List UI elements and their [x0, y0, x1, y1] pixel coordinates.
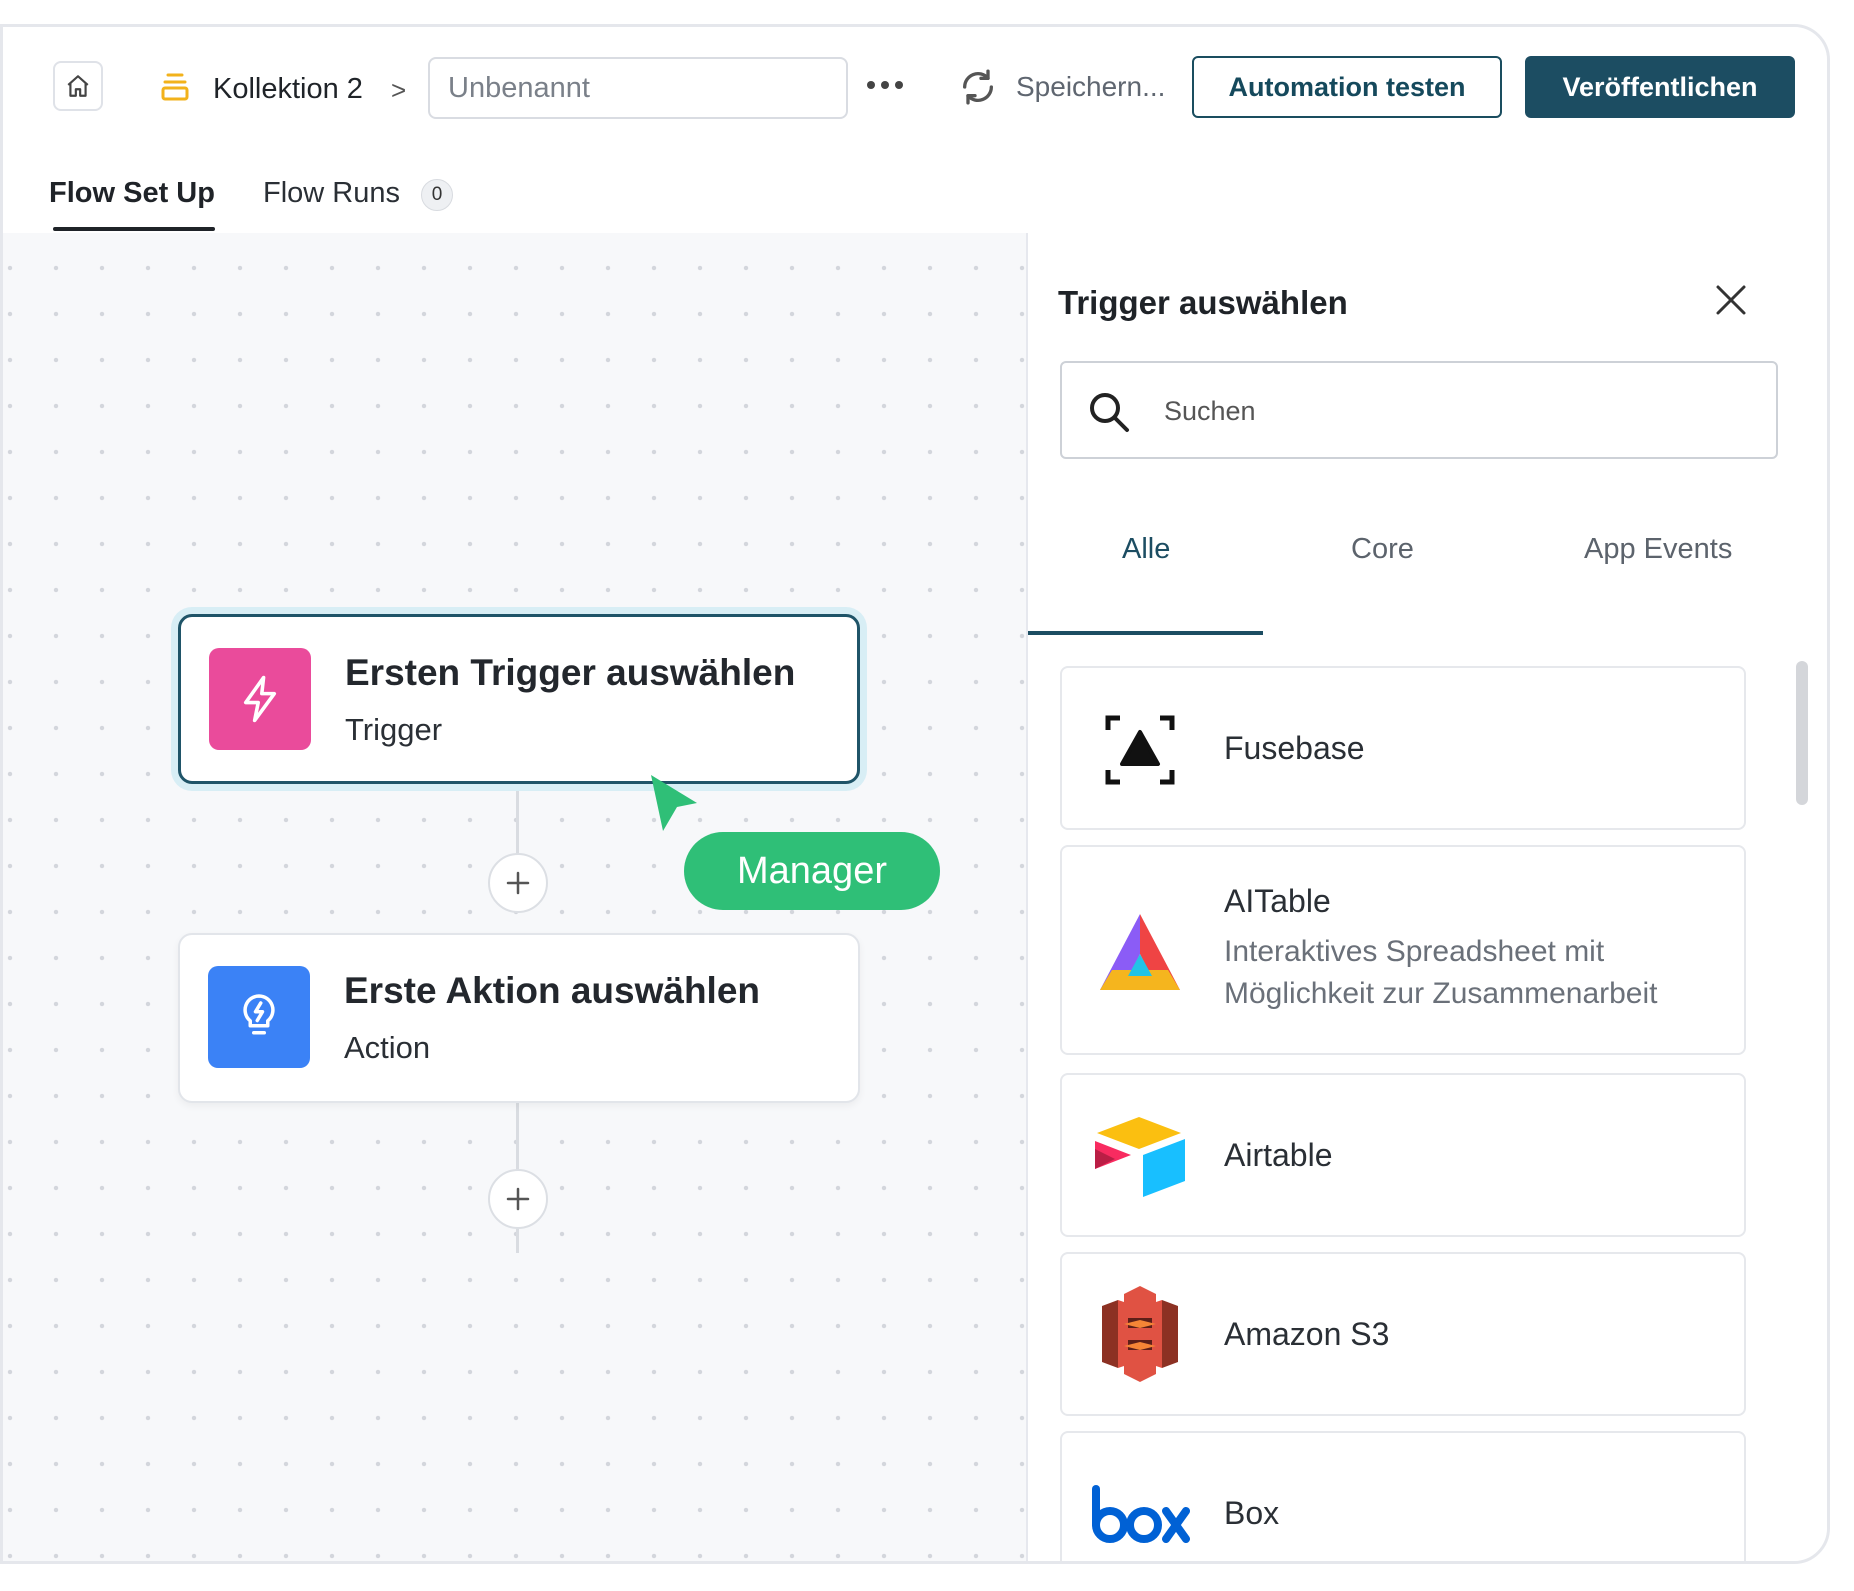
filter-tab-all[interactable]: Alle — [1122, 531, 1170, 567]
search-icon — [1090, 393, 1129, 432]
action-node-subtitle: Action — [344, 1030, 431, 1065]
action-node-title: Erste Aktion auswählen — [344, 970, 761, 1011]
plus-icon — [506, 871, 530, 895]
flow-name-input[interactable] — [428, 57, 848, 119]
airtable-logo — [1090, 1107, 1190, 1207]
filter-tab-app-events[interactable]: App Events — [1584, 531, 1732, 567]
action-node[interactable]: Erste Aktion auswählen Action — [178, 933, 860, 1103]
flow-runs-count-badge: 0 — [421, 179, 453, 211]
app-card-fusebase[interactable]: Fusebase — [1060, 666, 1746, 830]
add-step-button[interactable] — [488, 1169, 548, 1229]
lightbulb-icon — [243, 994, 275, 1035]
tab-bar: Flow Set Up Flow Runs 0 — [3, 145, 1827, 235]
search-input[interactable] — [1162, 385, 1746, 437]
more-dots-icon — [867, 81, 903, 89]
filter-tab-core[interactable]: Core — [1351, 531, 1414, 567]
add-step-button[interactable] — [488, 853, 548, 913]
app-name: Fusebase — [1224, 730, 1365, 766]
action-node-icon — [208, 966, 310, 1068]
app-name: Box — [1224, 1495, 1280, 1531]
tab-flow-runs[interactable]: Flow Runs — [263, 175, 400, 211]
box-logo — [1090, 1465, 1190, 1561]
breadcrumb-separator: > — [391, 75, 407, 105]
amazon-s3-logo — [1090, 1284, 1190, 1384]
aitable-logo — [1090, 902, 1190, 1002]
app-name: Airtable — [1224, 1137, 1333, 1173]
collaborator-label: Manager — [684, 832, 940, 910]
breadcrumb-collection[interactable]: Kollektion 2 — [213, 71, 363, 107]
app-card-amazon-s3[interactable]: Amazon S3 — [1060, 1252, 1746, 1416]
trigger-selection-panel: Trigger auswählen Alle Core App Events F… — [1028, 233, 1827, 1561]
app-description: Interaktives Spreadsheet mit Möglichkeit… — [1224, 935, 1658, 1010]
app-name: AITable — [1224, 883, 1331, 919]
app-card-aitable[interactable]: AITable Interaktives Spreadsheet mit Mög… — [1060, 845, 1746, 1055]
saving-status: Speichern... — [1016, 71, 1166, 102]
active-filter-indicator — [1028, 631, 1263, 635]
close-icon — [1716, 285, 1746, 315]
app-card-airtable[interactable]: Airtable — [1060, 1073, 1746, 1237]
lightning-icon — [243, 675, 277, 723]
trigger-node-title: Ersten Trigger auswählen — [345, 652, 796, 693]
top-bar: Kollektion 2 > Speichern... Automation t… — [3, 27, 1827, 147]
fusebase-logo — [1090, 700, 1190, 800]
stack-icon — [161, 73, 189, 101]
publish-button[interactable]: Veröffentlichen — [1525, 56, 1795, 118]
plus-icon — [506, 1187, 530, 1211]
scrollbar-thumb[interactable] — [1796, 661, 1808, 805]
trigger-node-subtitle: Trigger — [345, 712, 443, 747]
more-options-button[interactable] — [863, 67, 907, 103]
app-name: Amazon S3 — [1224, 1316, 1390, 1352]
collaborator-cursor-icon — [651, 775, 697, 831]
active-tab-indicator — [53, 227, 215, 231]
trigger-node[interactable]: Ersten Trigger auswählen Trigger — [178, 614, 860, 784]
home-button[interactable] — [53, 61, 103, 111]
panel-title: Trigger auswählen — [1058, 284, 1348, 321]
app-card-box[interactable]: Box — [1060, 1431, 1746, 1561]
tab-flow-setup[interactable]: Flow Set Up — [49, 175, 215, 211]
close-panel-button[interactable] — [1706, 275, 1756, 325]
sync-icon — [963, 69, 993, 105]
home-icon — [67, 75, 89, 97]
trigger-node-icon — [209, 648, 311, 750]
search-box — [1060, 361, 1778, 459]
app-window: Kollektion 2 > Speichern... Automation t… — [0, 24, 1830, 1564]
test-automation-button[interactable]: Automation testen — [1192, 56, 1502, 118]
